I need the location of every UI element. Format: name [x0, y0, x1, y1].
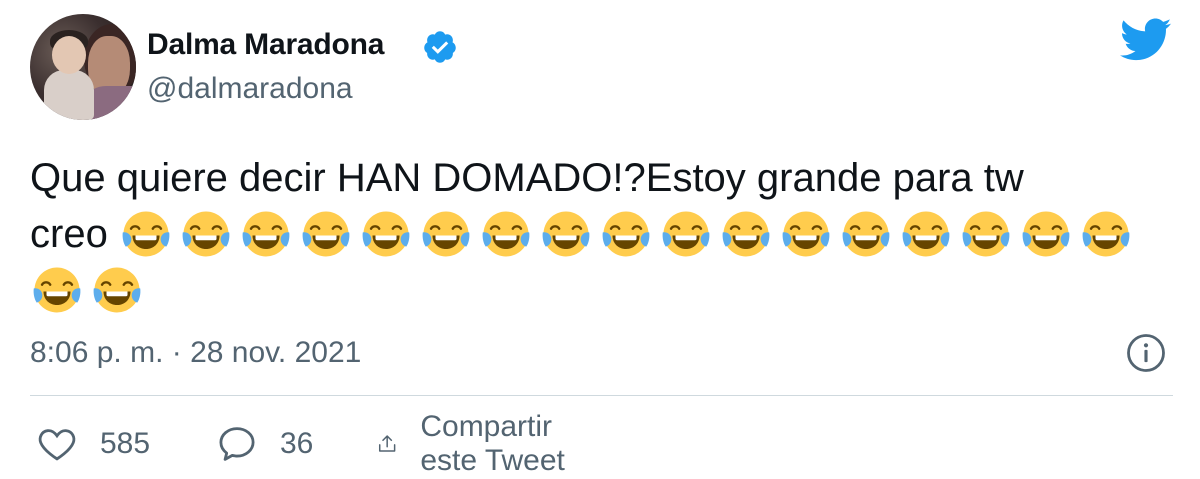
emoji-group [30, 264, 150, 321]
author-name[interactable]: Dalma Maradona [147, 28, 384, 62]
tweet-text: Que quiere decir HAN DOMADO!?Estoy grand… [30, 150, 1180, 318]
author-handle[interactable]: @dalmaradona [147, 72, 353, 106]
tweet-text-line-2: creo [30, 206, 1180, 262]
face-with-tears-of-joy-icon [90, 263, 144, 317]
face-with-tears-of-joy-icon [719, 207, 773, 261]
face-with-tears-of-joy-icon [1079, 207, 1133, 261]
tweet-card: Dalma Maradona @dalmaradona Que quiere d… [0, 0, 1200, 479]
like-count: 585 [100, 427, 151, 460]
face-with-tears-of-joy-icon [30, 263, 84, 317]
tweet-text-line-1: Que quiere decir HAN DOMADO!?Estoy grand… [30, 156, 1024, 200]
verified-badge-icon [424, 31, 456, 63]
like-button[interactable]: 585 [36, 418, 150, 470]
reply-button[interactable]: 36 [216, 418, 313, 470]
face-with-tears-of-joy-icon [539, 207, 593, 261]
share-button[interactable]: Compartir este Tweet [376, 410, 572, 477]
face-with-tears-of-joy-icon [119, 207, 173, 261]
reply-count: 36 [280, 427, 314, 460]
face-with-tears-of-joy-icon [479, 207, 533, 261]
heart-icon [38, 429, 76, 461]
face-with-tears-of-joy-icon [1019, 207, 1073, 261]
tweet-text-word: creo [30, 212, 108, 256]
face-with-tears-of-joy-icon [899, 207, 953, 261]
tweet-text-line-3 [30, 262, 1180, 318]
reply-bubble-icon [219, 427, 255, 461]
divider [30, 395, 1173, 396]
face-with-tears-of-joy-icon [359, 207, 413, 261]
face-with-tears-of-joy-icon [179, 207, 233, 261]
face-with-tears-of-joy-icon [419, 207, 473, 261]
tweet-timestamp[interactable]: 8:06 p. m. · 28 nov. 2021 [30, 336, 361, 370]
info-icon[interactable] [1125, 332, 1167, 374]
share-icon [378, 435, 396, 452]
face-with-tears-of-joy-icon [839, 207, 893, 261]
twitter-bird-icon[interactable] [1120, 18, 1172, 62]
face-with-tears-of-joy-icon [299, 207, 353, 261]
emoji-group [119, 208, 1139, 265]
author-avatar[interactable] [30, 14, 136, 120]
face-with-tears-of-joy-icon [779, 207, 833, 261]
face-with-tears-of-joy-icon [239, 207, 293, 261]
face-with-tears-of-joy-icon [599, 207, 653, 261]
share-label: Compartir este Tweet [420, 410, 565, 477]
face-with-tears-of-joy-icon [659, 207, 713, 261]
face-with-tears-of-joy-icon [959, 207, 1013, 261]
